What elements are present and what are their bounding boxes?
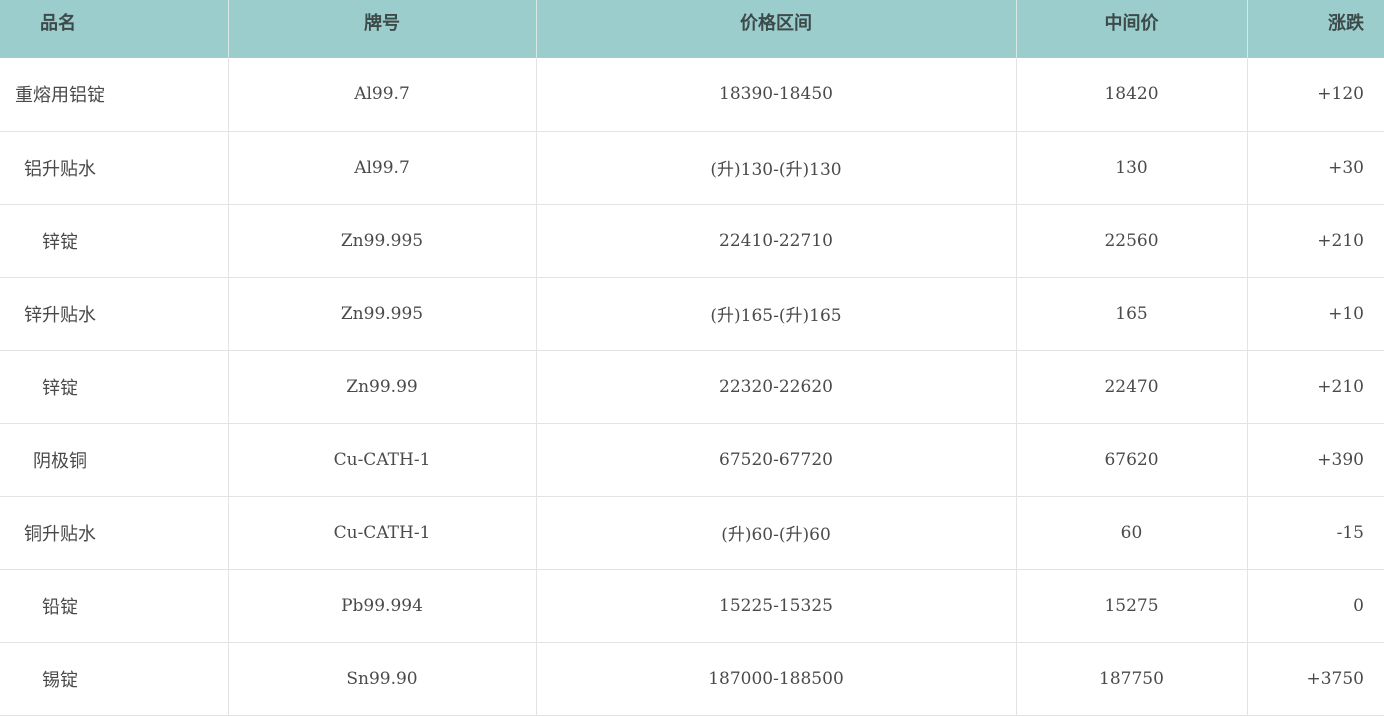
grade-cell: Cu-CATH-1 — [227, 496, 536, 569]
price-range-cell: 15225-15325 — [535, 569, 1016, 642]
mid-price-cell: 22470 — [1015, 350, 1247, 423]
product-name-text: 锌升贴水 — [24, 304, 96, 326]
price-range-cell: (升)130-(升)130 — [535, 131, 1016, 204]
product-name-text: 锡锭 — [42, 669, 78, 691]
header-price-range: 价格区间 — [535, 0, 1016, 58]
change-cell: +30 — [1246, 131, 1384, 204]
product-name-cell: 锡锭 — [0, 642, 228, 715]
mid-price-cell: 15275 — [1015, 569, 1247, 642]
product-name-text: 铅锭 — [42, 596, 78, 618]
price-range-cell: 67520-67720 — [535, 423, 1016, 496]
header-product-name: 品名 — [40, 13, 76, 34]
header-change: 涨跌 — [1246, 0, 1384, 58]
grade-cell: Cu-CATH-1 — [227, 423, 536, 496]
grade-cell: Zn99.995 — [227, 204, 536, 277]
product-name-cell: 阴极铜 — [0, 423, 228, 496]
product-name-cell: 锌锭 — [0, 350, 228, 423]
mid-price-cell: 18420 — [1015, 58, 1247, 131]
table-row: 锌锭 Zn99.99 22320-22620 22470 +210 — [0, 350, 1384, 423]
price-range-cell: 22320-22620 — [535, 350, 1016, 423]
table-row: 阴极铜 Cu-CATH-1 67520-67720 67620 +390 — [0, 423, 1384, 496]
change-cell: +120 — [1246, 58, 1384, 131]
product-name-text: 锌锭 — [42, 377, 78, 399]
grade-cell: Zn99.995 — [227, 277, 536, 350]
mid-price-cell: 67620 — [1015, 423, 1247, 496]
mid-price-cell: 165 — [1015, 277, 1247, 350]
price-table: 品名 牌号 价格区间 中间价 涨跌 重熔用铝锭 Al99.7 18390-18450… — [0, 0, 1384, 716]
product-name-cell: 锌升贴水 — [0, 277, 228, 350]
table-row: 铝升贴水 Al99.7 (升)130-(升)130 130 +30 — [0, 131, 1384, 204]
price-range-cell: 22410-22710 — [535, 204, 1016, 277]
table-row: 铜升贴水 Cu-CATH-1 (升)60-(升)60 60 -15 — [0, 496, 1384, 569]
table-row: 铅锭 Pb99.994 15225-15325 15275 0 — [0, 569, 1384, 642]
product-name-text: 锌锭 — [42, 231, 78, 253]
table-row: 重熔用铝锭 Al99.7 18390-18450 18420 +120 — [0, 58, 1384, 131]
grade-cell: Al99.7 — [227, 131, 536, 204]
change-cell: +210 — [1246, 350, 1384, 423]
product-name-text: 重熔用铝锭 — [15, 85, 105, 107]
price-range-cell: 187000-188500 — [535, 642, 1016, 715]
header-mid-price: 中间价 — [1015, 0, 1247, 58]
change-cell: -15 — [1246, 496, 1384, 569]
price-range-cell: (升)165-(升)165 — [535, 277, 1016, 350]
product-name-cell: 铅锭 — [0, 569, 228, 642]
change-cell: +3750 — [1246, 642, 1384, 715]
table-row: 锡锭 Sn99.90 187000-188500 187750 +3750 — [0, 642, 1384, 715]
product-name-cell: 铝升贴水 — [0, 131, 228, 204]
price-range-cell: 18390-18450 — [535, 58, 1016, 131]
mid-price-cell: 130 — [1015, 131, 1247, 204]
grade-cell: Pb99.994 — [227, 569, 536, 642]
change-cell: +10 — [1246, 277, 1384, 350]
header-grade: 牌号 — [227, 0, 536, 58]
change-cell: +210 — [1246, 204, 1384, 277]
change-cell: +390 — [1246, 423, 1384, 496]
change-cell: 0 — [1246, 569, 1384, 642]
product-name-cell: 重熔用铝锭 — [0, 58, 228, 131]
mid-price-cell: 60 — [1015, 496, 1247, 569]
grade-cell: Al99.7 — [227, 58, 536, 131]
product-name-text: 铝升贴水 — [24, 158, 96, 180]
grade-cell: Zn99.99 — [227, 350, 536, 423]
product-name-text: 阴极铜 — [33, 450, 87, 472]
header-row: 品名 牌号 价格区间 中间价 涨跌 — [0, 0, 1384, 58]
table-row: 锌升贴水 Zn99.995 (升)165-(升)165 165 +10 — [0, 277, 1384, 350]
table-header: 品名 牌号 价格区间 中间价 涨跌 — [0, 0, 1384, 58]
grade-cell: Sn99.90 — [227, 642, 536, 715]
product-name-cell: 锌锭 — [0, 204, 228, 277]
price-range-cell: (升)60-(升)60 — [535, 496, 1016, 569]
product-name-cell: 铜升贴水 — [0, 496, 228, 569]
mid-price-cell: 187750 — [1015, 642, 1247, 715]
table-row: 锌锭 Zn99.995 22410-22710 22560 +210 — [0, 204, 1384, 277]
product-name-text: 铜升贴水 — [24, 523, 96, 545]
table-body: 重熔用铝锭 Al99.7 18390-18450 18420 +120 铝升贴水 Al99.… — [0, 58, 1384, 715]
mid-price-cell: 22560 — [1015, 204, 1247, 277]
